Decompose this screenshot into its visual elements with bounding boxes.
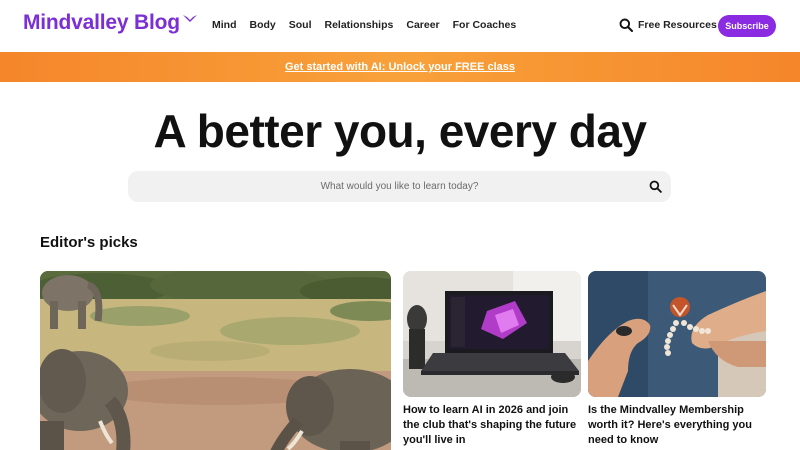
nav-item-career[interactable]: Career: [406, 19, 439, 31]
nav-item-for-coaches[interactable]: For Coaches: [453, 19, 517, 31]
article-card-membership-image[interactable]: [588, 271, 766, 397]
article-card-ai-title[interactable]: How to learn AI in 2026 and join the clu…: [403, 403, 581, 448]
editors-picks-title: Editor's picks: [40, 234, 138, 251]
nav-item-soul[interactable]: Soul: [289, 19, 312, 31]
nav-item-relationships[interactable]: Relationships: [325, 19, 394, 31]
hero-title: A better you, every day: [153, 105, 648, 157]
search-icon[interactable]: [619, 18, 633, 32]
search-submit-icon[interactable]: [649, 180, 662, 193]
logo[interactable]: Mindvalley Blog: [23, 11, 197, 35]
promo-banner: Get started with AI: Unlock your FREE cl…: [0, 52, 800, 82]
nav-item-body[interactable]: Body: [250, 19, 276, 31]
nav-item-mind[interactable]: Mind: [212, 19, 237, 31]
main-nav: Mind Body Soul Relationships Career For …: [212, 19, 529, 31]
logo-wing-icon: [182, 15, 197, 22]
search-bar: [128, 171, 671, 202]
site-header: Mindvalley Blog Mind Body Soul Relations…: [0, 0, 800, 52]
search-input[interactable]: [184, 181, 615, 192]
laptop-photo: [403, 271, 581, 397]
logo-text: Mindvalley Blog: [23, 11, 180, 34]
featured-card-image[interactable]: [40, 271, 391, 450]
subscribe-button[interactable]: Subscribe: [718, 15, 776, 37]
article-card-membership-title[interactable]: Is the Mindvalley Membership worth it? H…: [588, 403, 766, 448]
article-card-ai-image[interactable]: [403, 271, 581, 397]
mala-beads-photo: [588, 271, 766, 397]
free-resources-link[interactable]: Free Resources: [638, 19, 717, 31]
elephants-photo: [40, 271, 391, 450]
promo-banner-link[interactable]: Get started with AI: Unlock your FREE cl…: [285, 61, 515, 73]
